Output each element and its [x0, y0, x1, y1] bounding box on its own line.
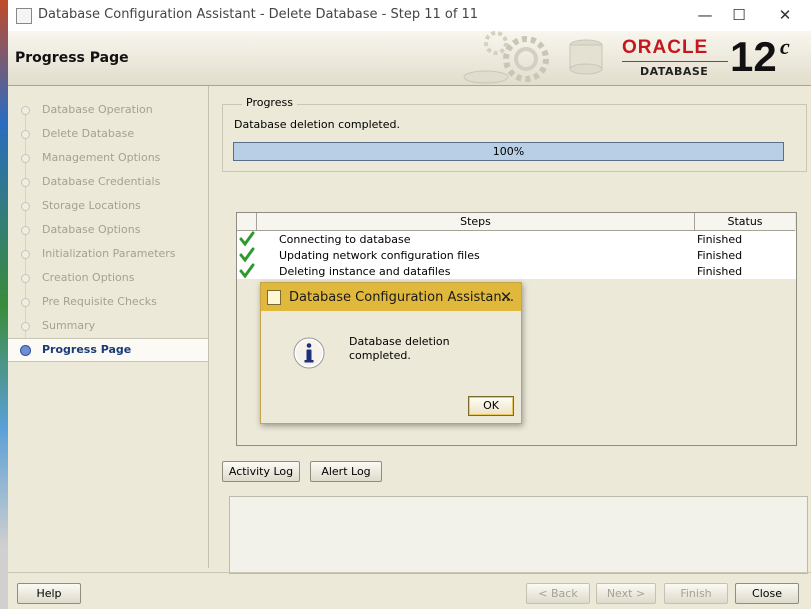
oracle-database-12c-logo: ORACLE DATABASE 12 c: [616, 34, 804, 82]
step-name-cell: Updating network configuration files: [279, 249, 480, 262]
oracle-wordmark: ORACLE: [622, 37, 709, 58]
sidebar-item-label: Pre Requisite Checks: [42, 295, 157, 308]
sidebar-item-prerequisite-checks[interactable]: Pre Requisite Checks: [8, 291, 208, 313]
sidebar-item-label: Management Options: [42, 151, 161, 164]
step-name-cell: Connecting to database: [279, 233, 411, 246]
sidebar-item-label: Delete Database: [42, 127, 135, 140]
version-suffix: c: [780, 34, 790, 59]
table-row[interactable]: Connecting to database Finished: [237, 231, 796, 247]
sidebar-item-database-credentials[interactable]: Database Credentials: [8, 171, 208, 193]
ok-button[interactable]: OK: [468, 396, 514, 416]
table-row[interactable]: Updating network configuration files Fin…: [237, 247, 796, 263]
table-header-icon-col: [237, 213, 257, 231]
sidebar-item-label: Storage Locations: [42, 199, 141, 212]
dialog-close-button[interactable]: ✕: [495, 286, 517, 308]
java-app-icon: [16, 8, 32, 24]
check-icon: [239, 231, 255, 247]
progress-group: [222, 104, 807, 172]
close-button[interactable]: Close: [735, 583, 799, 604]
java-app-icon: [267, 290, 281, 305]
description-panel: [229, 496, 808, 574]
gears-graphic: [463, 31, 603, 84]
window-title: Database Configuration Assistant - Delet…: [38, 7, 479, 22]
step-dot-icon: [21, 274, 30, 283]
sidebar-item-database-operation[interactable]: Database Operation: [8, 99, 208, 121]
step-dot-icon: [21, 202, 30, 211]
step-dot-icon: [21, 322, 30, 331]
sidebar-item-summary[interactable]: Summary: [8, 315, 208, 337]
sidebar-item-label: Database Options: [42, 223, 141, 236]
table-row[interactable]: Deleting instance and datafiles Finished: [237, 263, 796, 279]
step-dot-icon: [21, 130, 30, 139]
sidebar-item-label: Initialization Parameters: [42, 247, 176, 260]
step-dot-icon: [21, 154, 30, 163]
alert-log-button[interactable]: Alert Log: [310, 461, 382, 482]
dialog-message-line: completed.: [349, 349, 411, 362]
minimize-button[interactable]: —: [690, 4, 720, 26]
sidebar-item-progress-page[interactable]: Progress Page: [8, 338, 208, 362]
step-dot-icon: [21, 178, 30, 187]
sidebar-item-label: Progress Page: [42, 343, 132, 356]
sidebar-item-database-options[interactable]: Database Options: [8, 219, 208, 241]
maximize-button[interactable]: ☐: [724, 4, 754, 26]
info-icon: [293, 337, 325, 369]
window-close-button[interactable]: ✕: [770, 4, 800, 26]
dialog-title-bar: Database Configuration Assistan... ✕: [261, 283, 521, 311]
table-header-steps[interactable]: Steps: [257, 213, 695, 231]
step-status-cell: Finished: [697, 265, 743, 278]
footer-divider: [8, 572, 811, 573]
dialog-message: Database deletion completed.: [349, 335, 499, 363]
sidebar-item-creation-options[interactable]: Creation Options: [8, 267, 208, 289]
progress-bar: 100%: [233, 142, 784, 161]
step-dot-icon: [21, 298, 30, 307]
sidebar-item-storage-locations[interactable]: Storage Locations: [8, 195, 208, 217]
back-button[interactable]: < Back: [526, 583, 590, 604]
check-icon: [239, 247, 255, 263]
step-name-cell: Deleting instance and datafiles: [279, 265, 451, 278]
page-title: Progress Page: [15, 50, 129, 66]
progress-legend: Progress: [242, 96, 297, 109]
current-step-icon: [20, 345, 31, 356]
step-dot-icon: [21, 106, 30, 115]
step-navigator: Database Operation Delete Database Manag…: [8, 86, 209, 568]
progress-percent-label: 100%: [492, 145, 525, 158]
dialog-message-line: Database deletion: [349, 335, 450, 348]
sidebar-item-management-options[interactable]: Management Options: [8, 147, 208, 169]
step-dot-icon: [21, 226, 30, 235]
progress-message: Database deletion completed.: [234, 118, 400, 131]
title-bar: Database Configuration Assistant - Delet…: [8, 0, 811, 31]
desktop-background-strip: [0, 0, 8, 609]
help-button[interactable]: Help: [17, 583, 81, 604]
completion-dialog: Database Configuration Assistan... ✕ Dat…: [260, 282, 522, 424]
sidebar-item-initialization-parameters[interactable]: Initialization Parameters: [8, 243, 208, 265]
version-number: 12: [730, 33, 777, 80]
step-status-cell: Finished: [697, 233, 743, 246]
sidebar-item-label: Creation Options: [42, 271, 135, 284]
activity-log-button[interactable]: Activity Log: [222, 461, 300, 482]
table-header-status[interactable]: Status: [695, 213, 795, 231]
database-wordmark: DATABASE: [640, 65, 709, 78]
dialog-title: Database Configuration Assistan...: [289, 290, 514, 305]
next-button[interactable]: Next >: [596, 583, 656, 604]
check-icon: [239, 263, 255, 279]
finish-button[interactable]: Finish: [664, 583, 728, 604]
page-header: Progress Page ORACLE DATABASE 12 c: [8, 31, 811, 86]
sidebar-item-label: Database Operation: [42, 103, 153, 116]
sidebar-item-label: Summary: [42, 319, 96, 332]
sidebar-item-label: Database Credentials: [42, 175, 161, 188]
step-dot-icon: [21, 250, 30, 259]
sidebar-item-delete-database[interactable]: Delete Database: [8, 123, 208, 145]
step-status-cell: Finished: [697, 249, 743, 262]
